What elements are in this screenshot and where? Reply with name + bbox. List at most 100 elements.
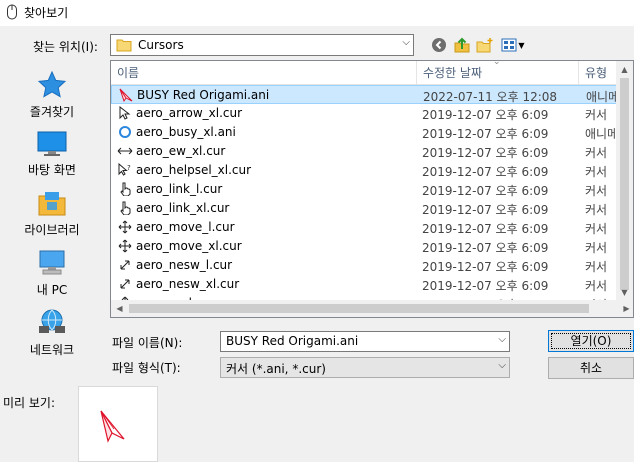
file-row[interactable]: aero_nesw_l.cur 2019-12-07 오후 6:09 커서 <box>111 256 617 275</box>
file-date-cell: 2019-12-07 오후 6:09 <box>422 241 549 255</box>
file-type-cell: 커서 <box>585 108 608 122</box>
origami-cursor-icon <box>118 88 134 102</box>
scroll-right-icon[interactable]: ▶ <box>618 300 633 317</box>
file-row[interactable]: aero_arrow_xl.cur 2019-12-07 오후 6:09 커서 <box>111 104 617 123</box>
file-name-input[interactable]: BUSY Red Origami.ani ⌵ <box>220 331 510 352</box>
move-cursor-icon <box>117 239 133 253</box>
file-type-cell: 커서 <box>585 184 608 198</box>
window-title: 찾아보기 <box>24 6 69 20</box>
place-label: 즐겨찾기 <box>29 105 75 119</box>
file-type-select[interactable]: 커서 (*.ani, *.cur) ⌵ <box>220 357 510 378</box>
desktop-icon <box>37 131 67 156</box>
places-bar: 즐겨찾기 바탕 화면 라이브러리 내 PC 네트워크 <box>0 60 104 372</box>
sort-arrow-icon: ⌄ <box>493 60 501 67</box>
scroll-left-icon[interactable]: ◀ <box>111 300 128 317</box>
file-date-cell: 2019-12-07 오후 6:09 <box>422 260 549 274</box>
place-this-pc[interactable]: 내 PC <box>0 248 104 306</box>
file-row[interactable]: BUSY Red Origami.ani 2022-07-11 오후 12:08 애… <box>111 85 618 104</box>
folder-icon <box>116 38 132 55</box>
file-date-cell: 2022-07-11 오후 12:08 <box>423 90 558 104</box>
file-type-cell: 커서 <box>585 146 608 160</box>
star-icon <box>37 70 67 98</box>
up-folder-button[interactable] <box>453 35 471 55</box>
file-row[interactable]: aero_move_l.cur 2019-12-07 오후 6:09 커서 <box>111 218 617 237</box>
file-date-cell: 2019-12-07 오후 6:09 <box>422 222 549 236</box>
place-network[interactable]: 네트워크 <box>0 308 104 366</box>
chevron-down-icon: ⌵ <box>498 360 506 371</box>
file-name-cell: aero_move_l.cur <box>136 220 235 234</box>
place-favorites[interactable]: 즐겨찾기 <box>0 70 104 128</box>
move-cursor-icon <box>117 220 133 234</box>
file-type-value: 커서 (*.ani, *.cur) <box>226 362 326 376</box>
title-bar: 찾아보기 <box>0 0 634 26</box>
horizontal-scrollbar[interactable]: ◀ ▶ <box>111 300 633 317</box>
file-type-cell: 커서 <box>585 203 608 217</box>
file-name-value: BUSY Red Origami.ani <box>226 334 359 348</box>
file-type-cell: 애니메 <box>585 127 617 141</box>
open-button[interactable]: 열기(O) <box>548 330 634 352</box>
file-date-cell: 2019-12-07 오후 6:09 <box>422 108 549 122</box>
file-type-label: 파일 형식(T): <box>112 361 181 375</box>
vertical-scrollbar[interactable]: ▲ ▼ <box>616 61 633 301</box>
file-name-cell: aero_nesw_xl.cur <box>136 277 240 291</box>
file-type-cell: 커서 <box>585 279 608 293</box>
place-desktop[interactable]: 바탕 화면 <box>0 130 104 188</box>
resize-ew-cursor-icon <box>117 144 133 158</box>
file-type-cell: 커서 <box>585 241 608 255</box>
file-row[interactable]: aero_busy_xl.ani 2019-12-07 오후 6:09 애니메 <box>111 123 617 142</box>
file-name-cell: aero_busy_xl.ani <box>136 125 236 139</box>
place-label: 바탕 화면 <box>28 163 76 177</box>
place-label: 라이브러리 <box>24 223 80 237</box>
network-icon <box>39 309 65 333</box>
file-name-cell: aero_link_l.cur <box>136 182 223 196</box>
busy-cursor-icon <box>117 125 133 139</box>
look-in-dropdown[interactable]: Cursors ⌵ <box>110 34 414 56</box>
scroll-down-icon[interactable]: ▼ <box>616 284 633 301</box>
file-row[interactable]: aero_move_xl.cur 2019-12-07 오후 6:09 커서 <box>111 237 617 256</box>
computer-icon <box>39 250 65 275</box>
file-name-cell: aero_move_xl.cur <box>136 239 242 253</box>
file-row[interactable]: aero_link_l.cur 2019-12-07 오후 6:09 커서 <box>111 180 617 199</box>
file-row[interactable]: aero_link_xl.cur 2019-12-07 오후 6:09 커서 <box>111 199 617 218</box>
file-name-cell: aero_ew_xl.cur <box>136 144 226 158</box>
file-list[interactable]: 이름 수정한 날짜 유형 ⌄ BUSY Red Origami.ani 2022-… <box>110 60 634 318</box>
file-name-cell: aero_nesw_l.cur <box>136 258 233 272</box>
file-row[interactable]: aero_ew_xl.cur 2019-12-07 오후 6:09 커서 <box>111 142 617 161</box>
scrollbar-thumb[interactable] <box>129 304 589 313</box>
view-menu-button[interactable]: ▼ <box>500 35 526 55</box>
place-libraries[interactable]: 라이브러리 <box>0 188 104 246</box>
file-type-cell: 커서 <box>585 260 608 274</box>
resize-nesw-cursor-icon <box>117 277 133 291</box>
file-name-cell: aero_helpsel_xl.cur <box>136 163 252 177</box>
arrow-cursor-icon <box>117 106 133 120</box>
chevron-down-icon: ⌵ <box>402 37 410 48</box>
cancel-button[interactable]: 취소 <box>548 357 634 379</box>
scrollbar-thumb[interactable] <box>620 78 629 290</box>
file-name-cell: aero_link_xl.cur <box>136 201 230 215</box>
file-type-cell: 커서 <box>585 165 608 179</box>
file-row[interactable]: aero_nesw_xl.cur 2019-12-07 오후 6:09 커서 <box>111 275 617 294</box>
preview-label: 미리 보기: <box>3 396 56 410</box>
file-name-cell: BUSY Red Origami.ani <box>137 88 270 102</box>
chevron-down-icon[interactable]: ⌵ <box>498 334 506 345</box>
file-date-cell: 2019-12-07 오후 6:09 <box>422 127 549 141</box>
scroll-up-icon[interactable]: ▲ <box>616 61 633 78</box>
file-rows: BUSY Red Origami.ani 2022-07-11 오후 12:08 애… <box>111 85 618 313</box>
file-date-cell: 2019-12-07 오후 6:09 <box>422 146 549 160</box>
file-date-cell: 2019-12-07 오후 6:09 <box>422 165 549 179</box>
back-arrow-icon <box>432 38 446 52</box>
file-type-cell: 애니메 <box>586 90 618 104</box>
column-header-name[interactable]: 이름 <box>111 61 417 85</box>
file-type-cell: 커서 <box>585 222 608 236</box>
column-header-row: 이름 수정한 날짜 유형 ⌄ <box>111 60 633 85</box>
mouse-icon <box>6 4 18 23</box>
hand-cursor-icon <box>117 182 133 196</box>
back-button[interactable] <box>430 35 448 55</box>
file-date-cell: 2019-12-07 오후 6:09 <box>422 184 549 198</box>
new-folder-button[interactable] <box>476 35 494 55</box>
hand-cursor-icon <box>117 201 133 215</box>
file-row[interactable]: ? aero_helpsel_xl.cur 2019-12-07 오후 6:09 커서 <box>111 161 617 180</box>
file-date-cell: 2019-12-07 오후 6:09 <box>422 203 549 217</box>
place-label: 네트워크 <box>29 343 75 357</box>
file-name-label: 파일 이름(N): <box>112 336 183 350</box>
